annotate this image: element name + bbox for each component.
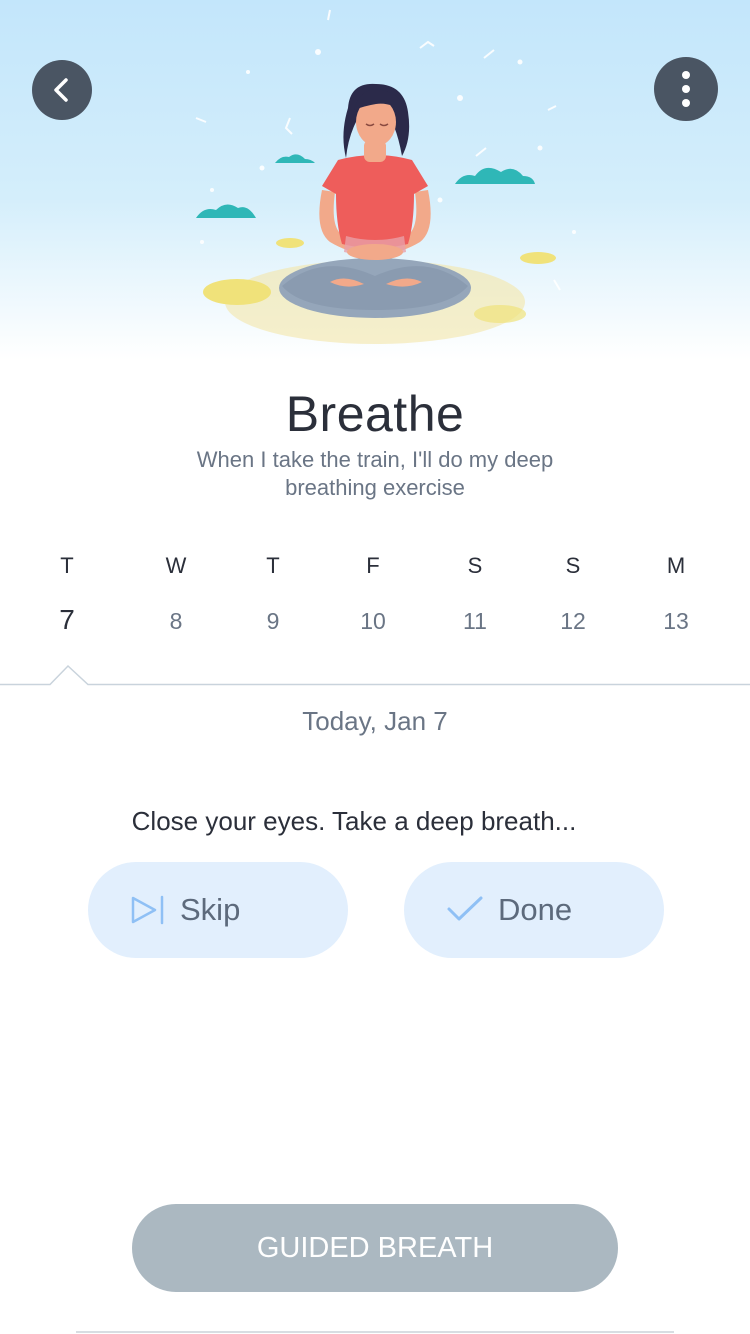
day-of-week: T xyxy=(60,553,74,578)
day-of-week: S xyxy=(565,553,581,578)
day-cell[interactable]: S 12 xyxy=(533,550,613,635)
day-cell[interactable]: S 11 xyxy=(435,550,515,635)
day-date: 10 xyxy=(360,608,386,634)
hero-illustration xyxy=(0,0,750,360)
day-of-week: W xyxy=(165,553,187,578)
skip-button[interactable]: Skip xyxy=(88,862,348,958)
day-date: 11 xyxy=(463,608,487,634)
habit-title: Breathe xyxy=(285,386,465,442)
done-button[interactable]: Done xyxy=(404,862,664,958)
meditation-illustration xyxy=(195,9,576,344)
habit-prompt: Close your eyes. Take a deep breath... xyxy=(131,806,577,836)
day-of-week: M xyxy=(666,553,686,578)
day-date: 8 xyxy=(169,608,183,634)
chevron-left-icon xyxy=(54,78,68,102)
day-of-week: T xyxy=(266,553,280,578)
back-button[interactable] xyxy=(32,60,92,120)
day-date: 12 xyxy=(560,608,586,634)
week-strip: T 7 W 8 T 9 F 10 S 11 S 12 M 13 xyxy=(0,550,750,650)
day-date: 7 xyxy=(59,604,75,635)
day-date: 13 xyxy=(663,608,689,634)
day-of-week: S xyxy=(467,553,483,578)
day-cell[interactable]: W 8 xyxy=(136,550,216,635)
done-label: Done xyxy=(498,892,573,927)
day-of-week: F xyxy=(366,553,380,578)
guided-breath-button[interactable]: GUIDED BREATH xyxy=(132,1204,618,1292)
selected-day-indicator xyxy=(0,664,750,686)
skip-icon xyxy=(130,895,166,925)
selected-date-label: Today, Jan 7 xyxy=(302,706,448,736)
more-vertical-icon xyxy=(682,71,690,107)
checkmark-icon xyxy=(446,895,484,925)
day-cell[interactable]: F 10 xyxy=(333,550,413,635)
day-cell[interactable]: T 7 xyxy=(27,550,107,636)
bottom-divider xyxy=(76,1331,674,1333)
day-cell[interactable]: M 13 xyxy=(636,550,716,635)
skip-label: Skip xyxy=(180,892,241,927)
day-date: 9 xyxy=(266,608,280,634)
habit-description: When I take the train, I'll do my deep b… xyxy=(196,447,554,500)
more-options-button[interactable] xyxy=(654,57,718,121)
day-cell[interactable]: T 9 xyxy=(233,550,313,635)
